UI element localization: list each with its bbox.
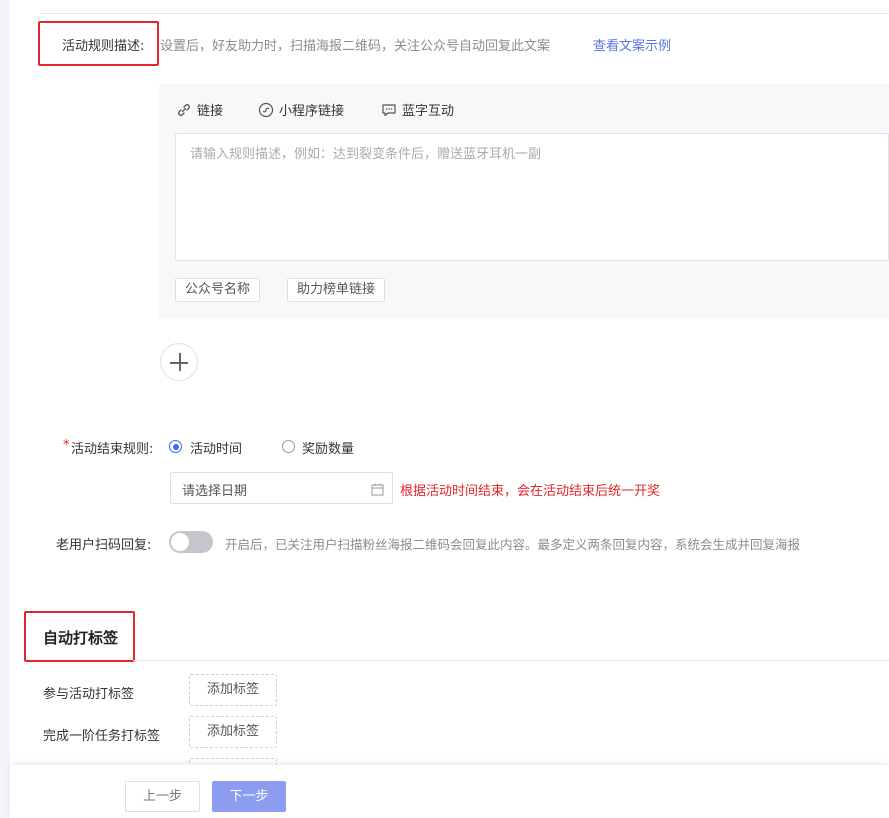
date-placeholder: 请选择日期 — [182, 484, 248, 499]
old-user-reply-label: 老用户扫码回复: — [56, 538, 152, 553]
rule-desc-hint: 设置后，好友助力时，扫描海报二维码，关注公众号自动回复此文案 — [160, 39, 551, 54]
rule-editor: 链接 小程序链接 蓝字互动 请输入规则描述，例如：达到裂变条件后，赠送蓝牙耳机一… — [159, 84, 889, 318]
add-content-button[interactable] — [160, 343, 198, 381]
end-rule-label: 活动结束规则: — [71, 442, 154, 457]
add-tag-button[interactable]: 添加标签 — [189, 716, 277, 748]
section-title-auto-tag: 自动打标签 — [43, 629, 119, 647]
end-rule-warning: 根据活动时间结束，会在活动结束后统一开奖 — [400, 484, 661, 499]
option-reward-quantity[interactable]: 奖励数量 — [302, 438, 354, 457]
divider — [40, 13, 889, 14]
link-label: 链接 — [197, 104, 224, 119]
insert-account-name-chip[interactable]: 公众号名称 — [175, 278, 261, 302]
calendar-icon — [371, 483, 384, 496]
prev-step-button[interactable]: 上一步 — [125, 781, 200, 812]
radio-reward-quantity[interactable] — [282, 440, 295, 453]
miniprogram-link-label: 小程序链接 — [279, 104, 345, 119]
radio-activity-time[interactable] — [169, 440, 182, 453]
tag-row-label: 完成一阶任务打标签 — [43, 729, 161, 744]
main-panel: 活动规则描述: 设置后，好友助力时，扫描海报二维码，关注公众号自动回复此文案 查… — [10, 0, 889, 818]
end-date-picker[interactable]: 请选择日期 — [170, 472, 393, 504]
rule-desc-label: 活动规则描述: — [62, 39, 145, 54]
view-example-link[interactable]: 查看文案示例 — [593, 35, 671, 54]
rule-desc-textarea[interactable]: 请输入规则描述，例如：达到裂变条件后，赠送蓝牙耳机一副 — [175, 133, 889, 261]
insert-leaderboard-link-chip[interactable]: 助力榜单链接 — [287, 278, 386, 302]
add-tag-button[interactable]: 添加标签 — [189, 674, 277, 706]
old-user-reply-hint: 开启后，已关注用户扫描粉丝海报二维码会回复此内容。最多定义两条回复内容，系统会生… — [225, 537, 801, 552]
next-step-button[interactable]: 下一步 — [212, 781, 286, 812]
tag-row-label: 参与活动打标签 — [43, 687, 135, 702]
link-icon — [178, 103, 190, 116]
miniprogram-icon — [258, 102, 274, 117]
option-activity-time[interactable]: 活动时间 — [190, 438, 242, 457]
insert-blue-text-button[interactable]: 蓝字互动 — [381, 100, 454, 119]
divider — [133, 660, 889, 661]
blue-text-label: 蓝字互动 — [402, 104, 455, 119]
insert-miniprogram-link-button[interactable]: 小程序链接 — [258, 100, 344, 119]
chat-bubble-icon — [382, 103, 396, 116]
old-user-reply-toggle[interactable] — [169, 531, 213, 553]
textarea-placeholder: 请输入规则描述，例如：达到裂变条件后，赠送蓝牙耳机一副 — [190, 147, 542, 162]
insert-link-button[interactable]: 链接 — [176, 100, 223, 119]
required-mark: * — [63, 438, 70, 453]
footer-bar: 上一步 下一步 — [10, 765, 889, 818]
